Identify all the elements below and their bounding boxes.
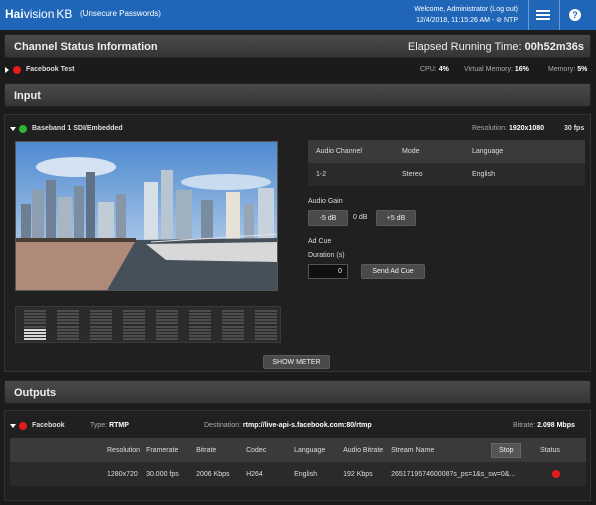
column-header: Language: [288, 438, 338, 462]
audio-channel-table: Audio Channel Mode Language 1-2 Stereo E…: [308, 140, 585, 186]
audio-meter-bar: [24, 310, 46, 340]
table-cell: 2006 Kbps: [190, 462, 241, 486]
channel-status-icon: [13, 66, 21, 74]
channel-status-header: Channel Status Information Elapsed Runni…: [4, 34, 591, 58]
menu-icon[interactable]: [530, 0, 556, 30]
table-row: 1-2 Stereo English: [308, 163, 585, 186]
audio-gain-label: Audio Gain: [308, 198, 343, 205]
channel-row: Facebook Test CPU: 4% Virtual Memory: 16…: [4, 62, 591, 78]
table-cell: 2651719574600087s_ps=1&s_sw=0&...: [385, 462, 535, 486]
top-bar: Haivision KB (Unsecure Passwords) Welcome…: [0, 0, 596, 30]
channel-name[interactable]: Facebook Test: [26, 66, 75, 73]
video-thumbnail: [16, 142, 277, 290]
column-header: Audio Bitrate: [337, 438, 386, 462]
table-cell: English: [464, 163, 585, 186]
table-row: 1280x720 30.000 fps 2006 Kbps H264 Engli…: [10, 462, 586, 486]
virtual-memory-stat: Virtual Memory: 16%: [464, 66, 529, 73]
gain-decrease-button[interactable]: -5 dB: [308, 210, 348, 226]
collapse-arrow-icon[interactable]: [10, 424, 16, 428]
audio-meters: [15, 306, 281, 343]
table-cell: 192 Kbps: [337, 462, 386, 486]
send-ad-cue-button[interactable]: Send Ad Cue: [361, 264, 425, 279]
column-header: Resolution: [10, 438, 141, 462]
column-header: Framerate: [140, 438, 191, 462]
audio-meter-bar: [156, 310, 178, 340]
input-header: Input: [4, 83, 591, 107]
column-header: Audio Channel: [308, 140, 394, 163]
column-header: Stream Name: [385, 438, 486, 462]
gain-value: 0 dB: [353, 214, 368, 221]
section-title: Outputs: [14, 387, 57, 399]
outputs-header: Outputs: [4, 380, 591, 404]
status-cell: [534, 462, 586, 486]
column-header: Mode: [394, 140, 464, 163]
stop-header: Stop: [485, 438, 535, 462]
table-cell: English: [288, 462, 338, 486]
video-preview: [15, 141, 278, 291]
welcome-logout[interactable]: Welcome, Administrator (Log out): [414, 4, 518, 15]
output-destination: Destination: rtmp://live-api-s.facebook.…: [204, 422, 372, 429]
table-cell: 1-2: [308, 163, 394, 186]
output-name[interactable]: Facebook: [32, 422, 65, 429]
output-type: Type: RTMP: [90, 422, 129, 429]
divider: [528, 0, 529, 30]
column-header: Status: [534, 438, 586, 462]
table-cell: 30.000 fps: [140, 462, 191, 486]
output-bitrate: Bitrate: 2.098 Mbps: [513, 422, 575, 429]
memory-stat: Memory: 5%: [548, 66, 588, 73]
audio-meter-bar: [123, 310, 145, 340]
divider: [559, 0, 560, 30]
column-header: Language: [464, 140, 585, 163]
duration-input[interactable]: 0: [308, 264, 348, 279]
stop-button[interactable]: Stop: [491, 442, 522, 458]
show-meter-button[interactable]: SHOW METER: [263, 355, 330, 369]
cpu-stat: CPU: 4%: [420, 66, 449, 73]
column-header: Codec: [240, 438, 289, 462]
unsecure-passwords-warning[interactable]: (Unsecure Passwords): [80, 9, 161, 18]
table-cell: Stereo: [394, 163, 464, 186]
audio-meter-bar: [222, 310, 244, 340]
brand-logo: Haivision KB: [5, 7, 73, 21]
table-cell: 1280x720: [10, 462, 141, 486]
input-resolution: Resolution: 1920x1080: [472, 125, 545, 132]
table-cell: H264: [240, 462, 289, 486]
ad-cue-label: Ad Cue: [308, 238, 332, 245]
datetime-ntp: 12/4/2018, 11:15:26 AM - ⊘ NTP: [416, 17, 518, 24]
duration-label: Duration (s): [308, 252, 345, 259]
output-status-icon: [19, 422, 27, 430]
help-icon[interactable]: ?: [562, 0, 588, 30]
expand-arrow-icon[interactable]: [5, 67, 9, 73]
collapse-arrow-icon[interactable]: [10, 127, 16, 131]
session-info: Welcome, Administrator (Log out) 12/4/20…: [414, 4, 518, 26]
input-status-icon: [19, 125, 27, 133]
gain-increase-button[interactable]: +5 dB: [376, 210, 416, 226]
section-title: Input: [14, 90, 41, 102]
column-header: Bitrate: [190, 438, 241, 462]
elapsed-running-time: Elapsed Running Time: 00h52m36s: [407, 41, 584, 53]
audio-meter-bar: [90, 310, 112, 340]
stream-status-icon: [552, 470, 561, 478]
audio-meter-bar: [189, 310, 211, 340]
input-source-name: Baseband 1 SDI/Embedded: [32, 125, 123, 132]
audio-meter-bar: [57, 310, 79, 340]
audio-meter-bar: [255, 310, 277, 340]
output-stream-table: Resolution Framerate Bitrate Codec Langu…: [10, 438, 586, 486]
section-title: Channel Status Information: [14, 41, 158, 53]
input-fps: 30 fps: [564, 125, 585, 132]
